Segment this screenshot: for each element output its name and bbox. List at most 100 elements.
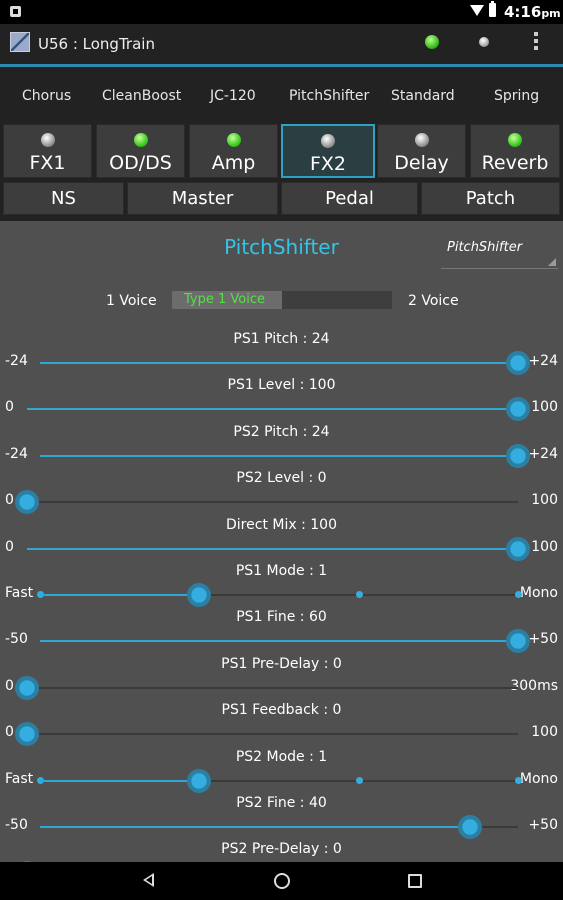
parameter-min-label: Fast	[5, 585, 34, 601]
parameter-slider[interactable]	[27, 397, 530, 422]
parameter-row: PS1 Mode : 1 Fast Mono	[0, 563, 563, 609]
patch-button[interactable]: Patch	[421, 182, 560, 215]
preset-standard[interactable]: Standard	[391, 88, 455, 104]
parameter-label: PS1 Mode : 1	[235, 563, 328, 579]
notification-icon	[10, 6, 21, 17]
preset-bar: Chorus CleanBoost JC-120 PitchShifter St…	[0, 67, 563, 121]
home-icon[interactable]	[274, 873, 290, 889]
overflow-menu-icon[interactable]	[534, 32, 538, 52]
clock: 4:16pm	[504, 3, 561, 21]
slider-thumb[interactable]	[15, 722, 39, 747]
effect-editor-panel: PitchShifter PitchShifter 1 Voice Type 1…	[0, 221, 563, 862]
voice-min-label: 1 Voice	[106, 293, 157, 309]
delay-button[interactable]: Delay	[377, 124, 466, 178]
pedal-button[interactable]: Pedal	[281, 182, 418, 215]
delay-label: Delay	[394, 152, 449, 174]
parameter-min-label: 0	[5, 677, 14, 694]
parameter-slider[interactable]	[15, 490, 518, 515]
preset-jc120[interactable]: JC-120	[210, 88, 256, 104]
parameter-slider[interactable]	[40, 629, 530, 654]
slider-step-dot	[355, 776, 363, 784]
slider-step-dot	[515, 591, 522, 598]
recents-icon[interactable]	[408, 874, 422, 888]
system-nav-bar	[0, 862, 563, 900]
parameter-max-label: Mono	[519, 585, 558, 601]
parameter-slider[interactable]	[15, 675, 518, 700]
app-icon	[10, 32, 30, 52]
parameter-min-label: 0	[5, 492, 14, 509]
odds-label: OD/DS	[109, 152, 172, 174]
ns-button[interactable]: NS	[3, 182, 124, 215]
parameter-row: PS2 Pitch : 24 -24 +24	[0, 424, 563, 470]
parameter-slider[interactable]	[15, 722, 518, 747]
reverb-led-icon	[508, 133, 522, 147]
parameter-label: Direct Mix : 100	[226, 516, 337, 533]
parameter-slider[interactable]	[40, 815, 518, 839]
status-bar: 4:16pm	[0, 0, 563, 24]
fx1-button[interactable]: FX1	[3, 124, 92, 178]
slider-thumb[interactable]	[15, 675, 39, 700]
parameter-label: PS1 Pitch : 24	[233, 331, 330, 347]
parameter-slider[interactable]	[40, 351, 530, 375]
slider-thumb[interactable]	[506, 397, 530, 422]
back-icon[interactable]	[143, 873, 154, 887]
parameter-label: PS1 Level : 100	[227, 377, 336, 394]
parameter-label: PS2 Mode : 1	[235, 748, 328, 765]
effect-block-bar: FX1 OD/DS Amp FX2 Delay Reverb NS Master…	[0, 121, 563, 221]
slider-fill	[40, 640, 518, 643]
slider-thumb[interactable]	[506, 629, 530, 654]
parameter-slider[interactable]	[27, 536, 530, 561]
parameter-max-label: 300ms	[510, 677, 558, 694]
parameter-max-label: +24	[528, 353, 558, 369]
preset-cleanboost[interactable]: CleanBoost	[102, 88, 181, 104]
parameter-label: PS1 Feedback : 0	[221, 702, 342, 719]
slider-thumb[interactable]	[506, 443, 530, 468]
parameter-min-label: -24	[5, 445, 28, 462]
parameter-max-label: +24	[528, 445, 558, 462]
parameter-row: PS1 Pitch : 24 -24 +24	[0, 331, 563, 377]
parameter-slider[interactable]	[40, 443, 530, 468]
parameter-label: PS2 Level : 0	[236, 470, 327, 487]
slider-fill	[40, 826, 471, 828]
patch-title: U56 : LongTrain	[38, 35, 155, 53]
voice-switch[interactable]: Type 1 Voice	[172, 291, 392, 309]
parameter-row: PS1 Level : 100 0 100	[0, 377, 563, 423]
fx2-button[interactable]: FX2	[281, 124, 375, 178]
parameter-max-label: +50	[528, 631, 558, 648]
parameter-max-label: 100	[531, 399, 558, 416]
parameter-slider[interactable]	[37, 768, 522, 793]
effect-type-value: PitchShifter	[447, 240, 523, 255]
parameter-max-label: 100	[531, 492, 558, 509]
slider-step-dot	[515, 776, 522, 784]
slider-thumb[interactable]	[15, 490, 39, 515]
slider-fill	[40, 454, 518, 457]
status-led-icon	[479, 37, 489, 47]
slider-thumb[interactable]	[458, 815, 483, 839]
parameter-max-label: Mono	[519, 770, 558, 787]
slider-fill	[27, 408, 518, 411]
slider-thumb[interactable]	[506, 536, 530, 561]
amp-button[interactable]: Amp	[189, 124, 278, 178]
preset-pitchshifter[interactable]: PitchShifter	[289, 88, 369, 104]
reverb-button[interactable]: Reverb	[470, 124, 560, 178]
odds-led-icon	[133, 133, 148, 147]
slider-thumb[interactable]	[506, 351, 530, 375]
delay-led-icon	[414, 133, 429, 147]
parameter-min-label: 0	[5, 724, 14, 741]
parameter-label: PS2 Pre-Delay : 0	[221, 841, 342, 858]
parameter-slider[interactable]	[37, 583, 522, 607]
master-button[interactable]: Master	[127, 182, 278, 215]
parameter-row: PS2 Mode : 1 Fast Mono	[0, 749, 563, 795]
parameter-label: PS2 Fine : 40	[236, 795, 327, 811]
voice-max-label: 2 Voice	[408, 293, 459, 309]
effect-type-dropdown[interactable]: PitchShifter	[441, 236, 558, 269]
battery-icon	[489, 1, 496, 17]
preset-spring[interactable]: Spring	[494, 88, 539, 104]
odds-button[interactable]: OD/DS	[96, 124, 185, 178]
parameter-min-label: 0	[5, 538, 14, 555]
preset-chorus[interactable]: Chorus	[22, 88, 71, 104]
slider-thumb[interactable]	[187, 583, 212, 607]
voice-current: Type 1 Voice	[184, 292, 265, 307]
fx1-led-icon	[40, 133, 55, 147]
slider-thumb[interactable]	[187, 768, 212, 793]
